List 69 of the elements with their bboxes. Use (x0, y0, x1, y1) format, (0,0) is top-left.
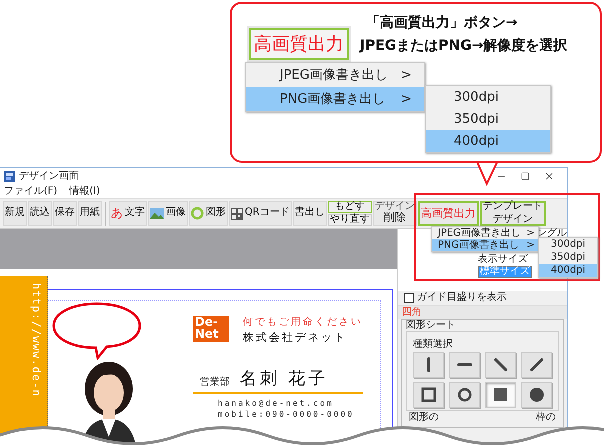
image-tool-button[interactable]: 画像 (148, 201, 188, 226)
button-label: 削除 (384, 212, 406, 223)
menu-item[interactable]: ファイル(F) (4, 186, 58, 196)
url-text: http://www.de-n (30, 283, 43, 398)
company-name: 株式会社デネット (243, 330, 347, 345)
department: 営業部 (200, 376, 230, 389)
shape-button[interactable] (449, 352, 480, 378)
callout-caption: 「高画質出力」ボタン→ (366, 14, 519, 32)
menu-item[interactable]: PNG画像書き出し > (246, 87, 424, 111)
menu-item[interactable]: 300dpi (426, 86, 550, 108)
file-button[interactable]: 保存 (53, 201, 77, 226)
guide-checkbox[interactable] (404, 292, 414, 302)
shape-button[interactable] (485, 382, 516, 408)
shape-button[interactable] (413, 382, 444, 408)
circle-outline-icon (456, 387, 472, 403)
shape-button[interactable] (449, 382, 480, 408)
square-outline-icon (420, 387, 436, 403)
shape-tool-button[interactable]: 図形 (189, 201, 228, 226)
qr-code-icon (231, 208, 243, 220)
menu-item[interactable]: 350dpi (539, 251, 597, 264)
checkbox-label: ガイド目盛りを表示 (417, 292, 507, 303)
menu-item[interactable]: 350dpi (426, 108, 550, 130)
file-button[interactable]: 用紙 (78, 201, 102, 226)
hline-icon (456, 363, 472, 367)
group-label: 図形の (409, 412, 439, 423)
maximize-icon[interactable] (521, 172, 530, 181)
shape-title: 四角 (398, 305, 567, 319)
group-label: 種類選択 (413, 339, 453, 350)
qr-code-button[interactable]: QRコード (229, 201, 292, 226)
close-icon[interactable] (544, 171, 555, 182)
shape-button[interactable] (521, 382, 552, 408)
app-icon (4, 171, 15, 182)
circle-filled-icon (528, 387, 544, 403)
menu-item[interactable]: 情報(I) (70, 186, 100, 196)
undo-button[interactable]: もどす (328, 201, 372, 213)
redo-button[interactable]: やり直す (328, 214, 372, 226)
menu-item[interactable]: PNG画像書き出し > (432, 239, 538, 251)
shape-button[interactable] (413, 352, 444, 378)
file-button[interactable]: 新規 (3, 201, 27, 226)
shape-button[interactable] (485, 352, 516, 378)
template-design-button[interactable]: テンプレート デザイン (480, 201, 546, 226)
email-text: hanako@de-net.com (218, 399, 334, 408)
delete-design-button[interactable]: デザイン 削除 (372, 201, 417, 226)
person-name: 名刺 花子 (240, 368, 328, 390)
tagline: 何でもご用命ください (243, 316, 363, 329)
circle-icon (191, 207, 204, 220)
group-label: 図形シート (406, 320, 457, 331)
high-quality-output-button[interactable]: 高画質出力 (418, 201, 479, 226)
menu-item[interactable]: JPEG画像書き出し > (432, 227, 538, 239)
button-caption: デザイン (374, 202, 415, 212)
window-title: デザイン画面 (19, 172, 79, 182)
square-filled-icon (492, 387, 508, 403)
high-quality-output-button[interactable]: 高画質出力 (249, 28, 349, 60)
phone-text: mobile:090-0000-0000 (218, 410, 354, 419)
menu-item[interactable]: JPEG画像書き出し > (246, 63, 424, 87)
menu-item[interactable]: 400dpi (426, 130, 550, 152)
file-button[interactable]: 読込 (28, 201, 52, 226)
menu-item[interactable]: 400dpi (539, 264, 597, 277)
menu-item[interactable]: 300dpi (539, 238, 597, 251)
company-logo: De- Net (193, 316, 229, 342)
export-button[interactable]: 書出し (292, 201, 327, 226)
shape-button[interactable] (521, 352, 552, 378)
diag-up-icon (528, 357, 544, 373)
diag-down-icon (492, 357, 508, 373)
vertical-line-icon (426, 357, 430, 373)
border-label: 枠の (536, 412, 556, 423)
image-icon (150, 208, 164, 219)
callout-caption: JPEGまたはPNG→解像度を選択 (360, 37, 568, 55)
text-tool-button[interactable]: あ 文字 (109, 201, 147, 226)
